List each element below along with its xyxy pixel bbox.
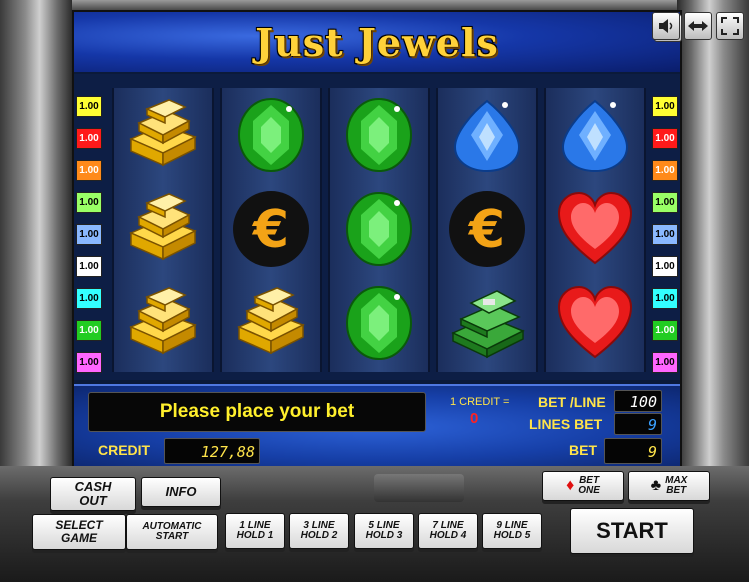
fullscreen-icon[interactable] [716, 12, 744, 40]
reel-2: € [220, 88, 322, 372]
info-button[interactable]: INFO [141, 477, 221, 507]
cash-out-button[interactable]: CASH OUT [50, 477, 136, 511]
gold-bars-icon [114, 182, 212, 276]
resize-arrows-icon[interactable] [684, 12, 712, 40]
line-bet-right-5: 1.00 [652, 224, 678, 245]
gold-bars-icon [114, 276, 212, 370]
gold-bars-icon [222, 276, 320, 370]
red-heart-icon [546, 276, 644, 370]
green-emerald-icon [330, 276, 428, 370]
line-bet-left-5: 1.00 [76, 224, 102, 245]
info-panel: Please place your bet CREDIT 127,88 1 CR… [74, 384, 680, 469]
line-bet-left-3: 1.00 [76, 160, 102, 181]
bet-line-value: 100 [614, 390, 662, 412]
lines-bet-value: 9 [614, 413, 662, 435]
line-bet-right-1: 1.00 [652, 96, 678, 117]
line-bet-left-4: 1.00 [76, 192, 102, 213]
hold3-button[interactable]: 5 LINE HOLD 3 [354, 513, 414, 549]
line-bet-left-1: 1.00 [76, 96, 102, 117]
credit-rate-label: 1 CREDIT = [450, 396, 510, 408]
cabinet-left-panel [0, 0, 72, 470]
red-heart-icon [546, 182, 644, 276]
line-bet-left-7: 1.00 [76, 288, 102, 309]
line-bet-right-8: 1.00 [652, 320, 678, 341]
line-bet-right-6: 1.00 [652, 256, 678, 277]
start-button[interactable]: START [570, 508, 694, 554]
game-title: Just Jewels [255, 20, 499, 65]
line-bet-right-7: 1.00 [652, 288, 678, 309]
reel-5 [544, 88, 646, 372]
line-bet-right-3: 1.00 [652, 160, 678, 181]
green-emerald-icon [330, 182, 428, 276]
green-emerald-icon [330, 88, 428, 182]
hold4-button[interactable]: 7 LINE HOLD 4 [418, 513, 478, 549]
blue-sapphire-icon [546, 88, 644, 182]
status-message: Please place your bet [88, 392, 426, 432]
bet-one-button[interactable]: ♦ BET ONE [542, 471, 624, 501]
line-bet-right-4: 1.00 [652, 192, 678, 213]
lines-bet-label: LINES BET [529, 416, 603, 432]
reel-1 [112, 88, 214, 372]
hold1-button[interactable]: 1 LINE HOLD 1 [225, 513, 285, 549]
cabinet-right-panel [677, 0, 749, 470]
bet-value: 9 [604, 438, 662, 464]
speaker-icon[interactable] [652, 12, 680, 40]
hold5-button[interactable]: 9 LINE HOLD 5 [482, 513, 542, 549]
euro-coin-icon: € [222, 182, 320, 276]
club-icon: ♣ [650, 476, 662, 494]
svg-text:€: € [252, 200, 289, 260]
hold2-button[interactable]: 3 LINE HOLD 2 [289, 513, 349, 549]
automatic-start-button[interactable]: AUTOMATIC START [126, 514, 218, 550]
line-bet-left-9: 1.00 [76, 352, 102, 373]
blue-sapphire-icon [438, 88, 536, 182]
lever-handle [374, 474, 464, 502]
line-bet-left-6: 1.00 [76, 256, 102, 277]
diamond-icon: ♦ [566, 476, 575, 494]
gold-bars-icon [114, 88, 212, 182]
credit-value: 127,88 [164, 438, 260, 464]
line-bet-right-9: 1.00 [652, 352, 678, 373]
select-game-button[interactable]: SELECT GAME [32, 514, 126, 550]
max-bet-label: MAX BET [665, 474, 688, 496]
line-bet-left-8: 1.00 [76, 320, 102, 341]
bet-one-label: BET ONE [578, 474, 600, 496]
bet-line-label: BET /LINE [538, 394, 606, 410]
credit-label: CREDIT [98, 442, 151, 458]
cabinet-top-trim [0, 0, 749, 10]
reel-area: 1.00 1.00 1.00 1.00 1.00 1.00 1.00 1.00 1.00 1.00… [74, 74, 680, 380]
reel-3 [328, 88, 430, 372]
game-screen: Just Jewels 1.00 1.00 1.00 1.00 1.00 1.00 1.00… [72, 10, 682, 469]
svg-text:€: € [468, 200, 505, 260]
green-emerald-icon [222, 88, 320, 182]
credit-rate-value: 0 [470, 410, 479, 427]
money-stack-icon [438, 276, 536, 370]
euro-coin-icon: € [438, 182, 536, 276]
line-bet-left-2: 1.00 [76, 128, 102, 149]
title-bar: Just Jewels [74, 12, 682, 72]
reel-4: € [436, 88, 538, 372]
line-bet-right-2: 1.00 [652, 128, 678, 149]
bet-label: BET [569, 442, 597, 458]
max-bet-button[interactable]: ♣ MAX BET [628, 471, 710, 501]
